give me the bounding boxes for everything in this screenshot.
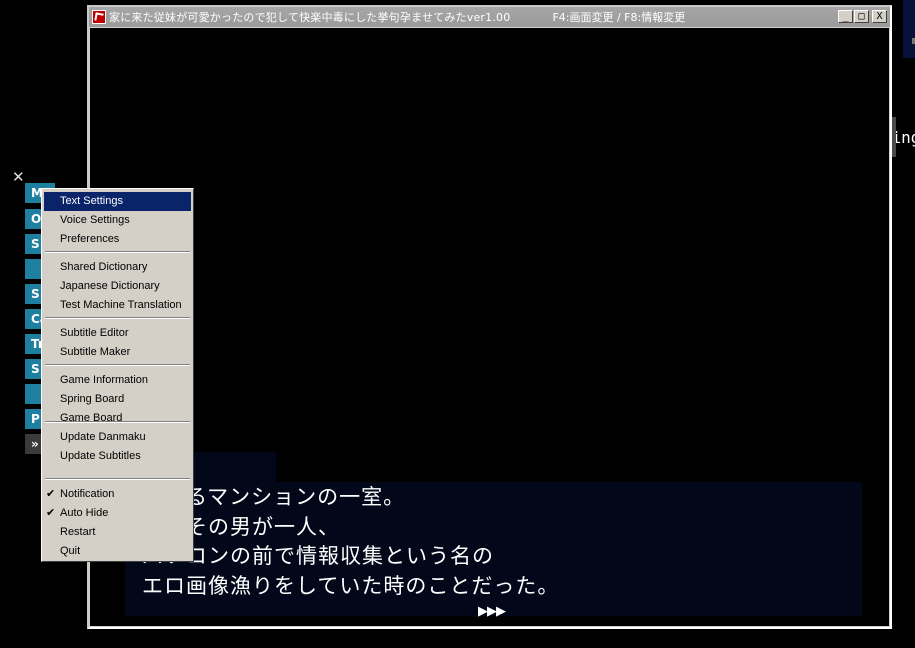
menu-item-quit[interactable]: Quit (44, 542, 191, 561)
menu-item-label: Game Information (60, 374, 149, 386)
menu-item-label: Text Settings (60, 195, 123, 207)
menu-item-label: Subtitle Maker (60, 346, 131, 358)
menu-item-game-information[interactable]: Game Information (44, 371, 191, 390)
menu-item-update-danmaku[interactable]: Update Danmaku (44, 428, 191, 447)
menu-item-subtitle-editor[interactable]: Subtitle Editor (44, 324, 191, 343)
menu-item-label: Subtitle Editor (60, 327, 129, 339)
loading-bar (892, 117, 896, 157)
menu-item-game-board[interactable]: Game Board (44, 409, 191, 428)
menu-separator (45, 317, 190, 319)
menu-item-label: Spring Board (60, 393, 125, 405)
background-window-edge (903, 0, 915, 58)
window-title: 家に来た従妹が可愛かったので犯して快楽中毒にした挙句孕ませてみたver1.00 (109, 11, 511, 24)
menu-item-label: Restart (60, 526, 96, 538)
menu-separator (45, 421, 190, 423)
menu-item-subtitle-maker[interactable]: Subtitle Maker (44, 343, 191, 362)
menu-item-label: Update Danmaku (60, 431, 146, 443)
menu-item-japanese-dictionary[interactable]: Japanese Dictionary (44, 277, 191, 296)
app-icon[interactable] (92, 10, 106, 24)
menu-item-shared-dictionary[interactable]: Shared Dictionary (44, 258, 191, 277)
menu-separator (45, 478, 190, 480)
window-controls: _ □ X (838, 10, 887, 23)
dialogue-line: エロ画像漁りをしていた時のことだった。 (142, 573, 560, 598)
menu-item-notification[interactable]: ✔ Notification (44, 485, 191, 504)
minimize-button[interactable]: _ (838, 10, 853, 23)
menu-item-label: Notification (60, 488, 115, 500)
menu-item-label: Voice Settings (60, 214, 130, 226)
menu-item-label: Japanese Dictionary (60, 280, 160, 292)
menu-item-spring-board[interactable]: Spring Board (44, 390, 191, 409)
menu-item-label: Quit (60, 545, 81, 557)
dialogue-line: とあるマンションの一室。 (142, 485, 406, 509)
dialogue-line: 私はその男が一人、 (142, 514, 340, 539)
close-icon[interactable]: ✕ (12, 168, 25, 186)
title-hint: F4:画面変更 / F8:情報変更 (552, 11, 686, 24)
dialogue-line: パソコンの前で情報収集という名の (142, 544, 494, 568)
menu-item-label: Test Machine Translation (60, 299, 182, 311)
menu-item-label: Update Subtitles (60, 450, 141, 462)
menu-item-preferences[interactable]: Preferences (44, 230, 191, 249)
menu-item-text-settings[interactable]: Text Settings (44, 192, 191, 211)
menu-item-test-machine-translation[interactable]: Test Machine Translation (44, 296, 191, 315)
close-button[interactable]: X (872, 10, 887, 23)
menu-item-update-subtitles[interactable]: Update Subtitles (44, 447, 191, 466)
menu-separator (45, 251, 190, 253)
menu-item-auto-hide[interactable]: ✔ Auto Hide (44, 504, 191, 523)
menu-separator (45, 364, 190, 366)
menu-item-voice-settings[interactable]: Voice Settings (44, 211, 191, 230)
dialogue-text: とあるマンションの一室。 私はその男が一人、 パソコンの前で情報収集という名の … (142, 483, 559, 601)
menu-item-label: Preferences (60, 233, 120, 245)
checkmark-icon: ✔ (46, 507, 56, 519)
next-page-icon[interactable]: ▶▶▶ (478, 604, 506, 619)
menu-item-label: Shared Dictionary (60, 261, 148, 273)
checkmark-icon: ✔ (46, 488, 56, 500)
menu-item-label: Auto Hide (60, 507, 109, 519)
name-box (190, 452, 276, 482)
maximize-button[interactable]: □ (854, 10, 869, 23)
menu-item-restart[interactable]: Restart (44, 523, 191, 542)
context-menu: Text Settings Voice Settings Preferences Sh… (41, 188, 194, 562)
title-bar[interactable]: 家に来た従妹が可愛かったので犯して快楽中毒にした挙句孕ませてみたver1.00 … (89, 7, 890, 27)
